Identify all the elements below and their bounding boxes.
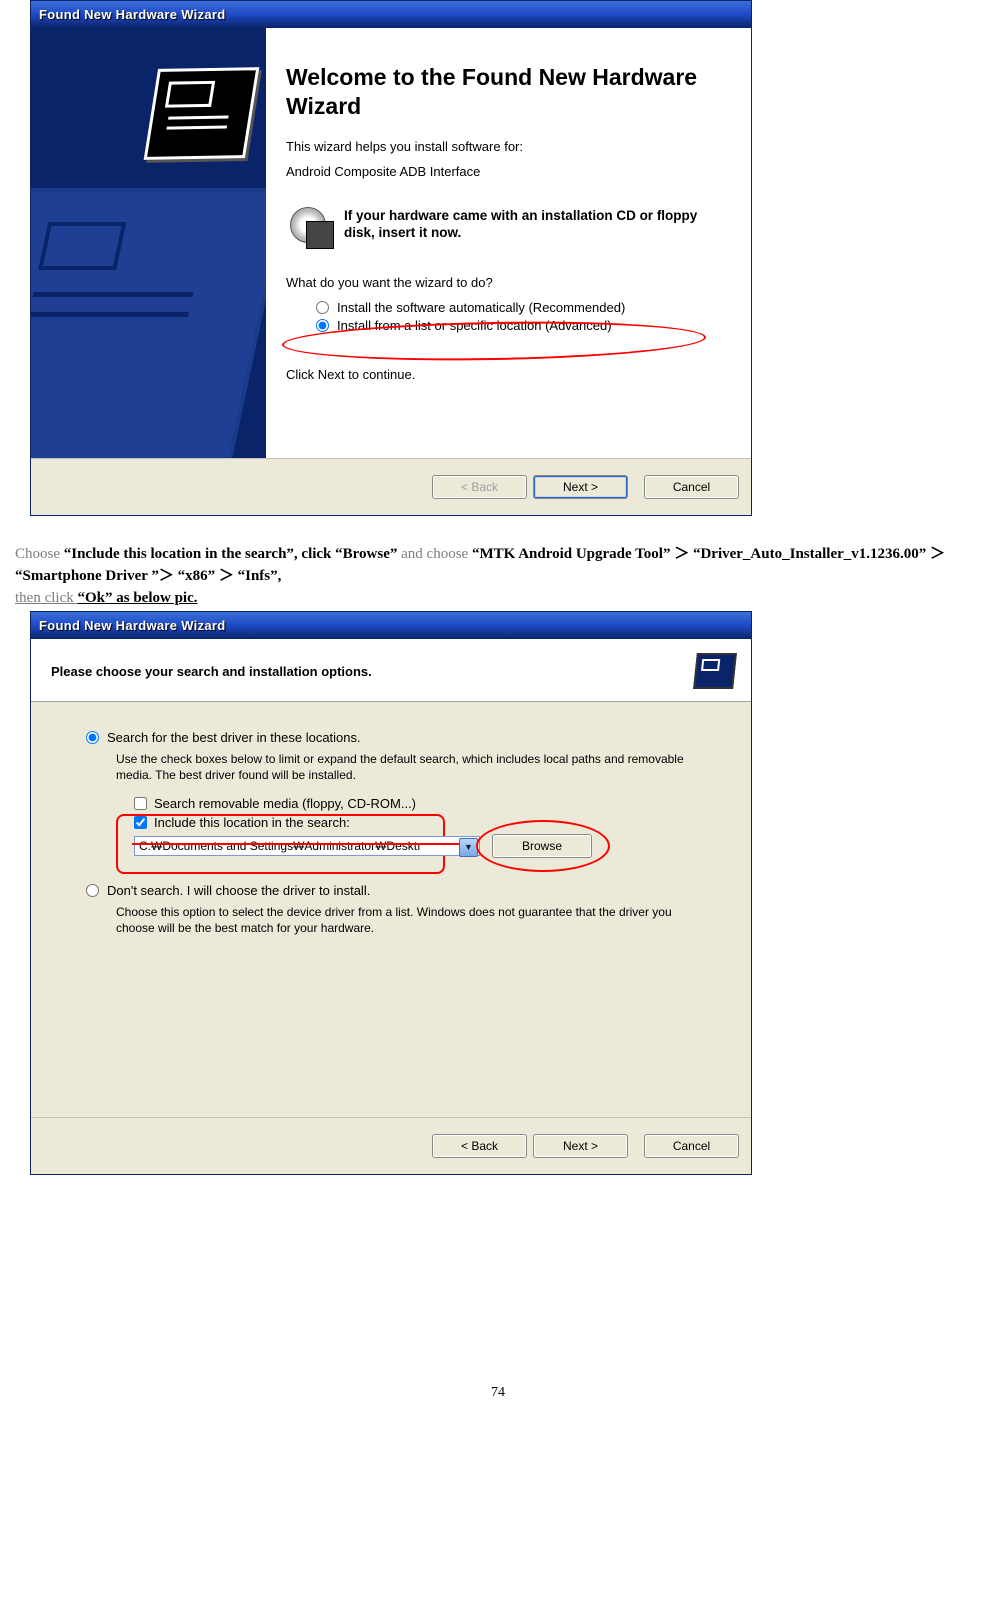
next-button-2[interactable]: Next >	[533, 1134, 628, 1158]
wizard2-header: Please choose your search and installati…	[31, 639, 751, 702]
dont-search-sub-text: Choose this option to select the device …	[116, 904, 711, 936]
radio-search-best-label: Search for the best driver in these loca…	[107, 730, 361, 745]
location-path-input[interactable]	[134, 836, 480, 856]
titlebar: Found New Hardware Wizard	[31, 1, 751, 28]
radio-install-auto[interactable]	[316, 301, 329, 314]
checkbox-include-label: Include this location in the search:	[154, 815, 350, 830]
checkbox-include-location[interactable]	[134, 816, 147, 829]
wizard-welcome: Found New Hardware Wizard Welcome to the…	[30, 0, 752, 516]
back-button: < Back	[432, 475, 527, 499]
device-name: Android Composite ADB Interface	[286, 164, 731, 179]
wizard-side-graphic	[31, 28, 266, 458]
browse-button[interactable]: Browse	[492, 834, 592, 858]
radio-install-list-label: Install from a list or specific location…	[337, 318, 612, 333]
checkbox-removable-media[interactable]	[134, 797, 147, 810]
hardware-small-icon	[691, 651, 737, 691]
button-bar: < Back Next > Cancel	[31, 458, 751, 515]
back-button-2[interactable]: < Back	[432, 1134, 527, 1158]
titlebar-2: Found New Hardware Wizard	[31, 612, 751, 639]
hardware-icon	[144, 67, 260, 160]
checkbox-removable-label: Search removable media (floppy, CD-ROM..…	[154, 796, 416, 811]
cd-instruction: If your hardware came with an installati…	[344, 207, 731, 242]
radio-dont-search[interactable]	[86, 884, 99, 897]
dropdown-arrow-icon[interactable]: ▼	[459, 838, 478, 857]
instruction-text: Choose “Include this location in the sea…	[15, 544, 976, 609]
wizard2-heading: Please choose your search and installati…	[51, 664, 372, 679]
radio-install-list[interactable]	[316, 319, 329, 332]
wizard-heading: Welcome to the Found New Hardware Wizard	[286, 63, 731, 121]
cancel-button[interactable]: Cancel	[644, 475, 739, 499]
cd-floppy-icon	[286, 207, 334, 247]
page-number: 74	[0, 1385, 996, 1401]
helps-text: This wizard helps you install software f…	[286, 139, 731, 154]
radio-search-best[interactable]	[86, 731, 99, 744]
wizard-search-options: Found New Hardware Wizard Please choose …	[30, 611, 752, 1175]
radio-install-auto-label: Install the software automatically (Reco…	[337, 300, 625, 315]
search-sub-text: Use the check boxes below to limit or ex…	[116, 751, 711, 783]
continue-text: Click Next to continue.	[286, 367, 731, 382]
next-button[interactable]: Next >	[533, 475, 628, 499]
cancel-button-2[interactable]: Cancel	[644, 1134, 739, 1158]
radio-dont-search-label: Don't search. I will choose the driver t…	[107, 883, 370, 898]
button-bar-2: < Back Next > Cancel	[31, 1117, 751, 1174]
wizard-question: What do you want the wizard to do?	[286, 275, 731, 290]
